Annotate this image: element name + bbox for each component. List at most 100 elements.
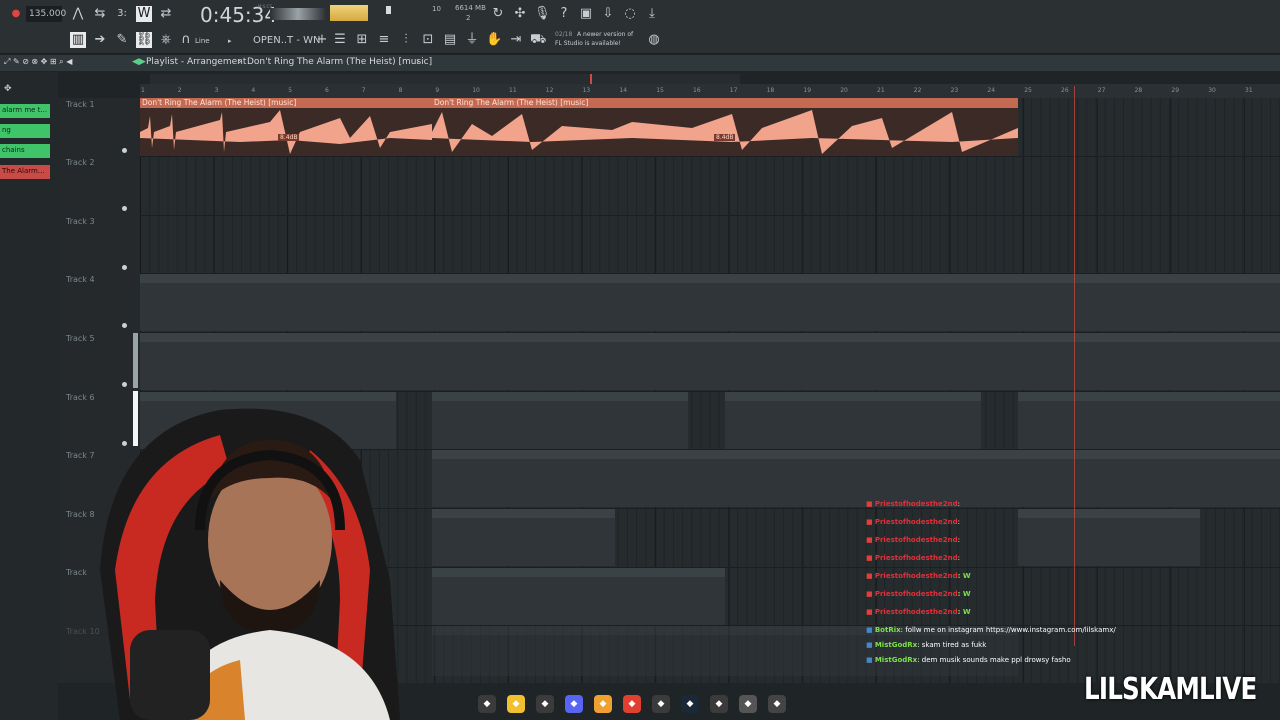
chat-badge-icon: ■ [866,641,875,649]
tempo-tap-icon[interactable]: ⇥ [508,32,524,48]
news-text-2[interactable]: FL Studio is available! [555,40,621,47]
pitch-slider[interactable] [386,6,391,14]
browser-icon[interactable]: ⊡ [420,32,436,48]
chat-message: ■ Priestofhodesthe2nd: W [866,608,971,616]
save-icon[interactable]: ▣ [578,6,594,22]
loop-icon[interactable]: ⇆ [92,6,108,22]
help-icon[interactable]: ? [556,6,572,22]
track-label[interactable]: Track 5 [66,334,95,343]
magnet-icon[interactable]: ∩ [178,32,194,48]
piano-icon[interactable]: ▥ [70,32,86,48]
track-mute-dot[interactable] [122,206,127,211]
media-icon[interactable]: ◆ [768,695,786,713]
track-mute-dot[interactable] [122,148,127,153]
chat-badge-icon: ■ [866,518,875,526]
chat-message: ■ Priestofhodesthe2nd: [866,500,960,508]
plug-icon[interactable]: ⏚ [464,32,480,48]
track-mute-dot[interactable] [122,382,127,387]
pattern-clip[interactable]: perc - perc [140,333,432,390]
pattern-item[interactable]: ng [0,124,50,138]
ruler-tick: 28 [1134,87,1143,94]
render-icon[interactable]: ⇩ [600,6,616,22]
globe-icon[interactable]: ◍ [646,32,662,48]
fl-icon[interactable]: ◆ [565,695,583,713]
chat-icon[interactable]: ◌ [622,6,638,22]
link-icon[interactable]: ⛓ [136,32,153,48]
mic-icon[interactable]: 🎙 [534,6,551,22]
arrow-icon[interactable]: ➔ [92,32,108,48]
channel-rack-icon[interactable]: ⊞ [354,32,370,48]
refresh-icon[interactable]: ↻ [490,6,506,22]
chat-message: ■ BotRix: follw me on instagram https://… [866,626,1116,634]
audio-clip[interactable]: Don't Ring The Alarm (The Heist) [music]… [140,98,432,156]
steam-icon[interactable]: ◆ [652,695,670,713]
audio-clip[interactable]: Don't Ring The Alarm (The Heist) [music]… [432,98,1018,156]
download-icon[interactable]: ⤓ [644,6,660,22]
obs-icon[interactable]: ◆ [710,695,728,713]
touch-icon[interactable]: ✋ [486,32,502,48]
discord-icon[interactable]: ◆ [536,695,554,713]
app-icon[interactable]: ◆ [681,695,699,713]
news-text-1[interactable]: A newer version of [577,31,633,38]
clip-label: Collider Slack Metal 01 [727,450,813,459]
overview-scrollbar[interactable] [150,74,740,84]
notes-icon[interactable]: ◆ [507,695,525,713]
pattern-clip[interactable]: hihat - fire [1018,274,1280,331]
header-tools-icon[interactable]: ⤢ ✎ ⊘ ⊗ ✥ ⊞ ⌕ ◀ [4,57,72,67]
chat-badge-icon: ■ [866,590,875,598]
pattern-clip[interactable]: Collider Slack Metal 02 [725,392,981,449]
breadcrumb-song[interactable]: Don't Ring The Alarm (The Heist) [music] [247,57,432,67]
snap-label[interactable]: Line [195,37,210,45]
pattern-clip[interactable]: hihat - fire [140,274,432,331]
chat-badge-icon: ■ [866,626,875,634]
mixer-icon[interactable]: ≡ [376,32,392,48]
breadcrumb-playlist[interactable]: Playlist - Arrangement [146,57,246,67]
track-mute-dot[interactable] [122,265,127,270]
step-edit-icon[interactable]: W [136,6,152,22]
add-pattern-icon[interactable]: + [314,32,330,48]
playlist-arrow-icon[interactable]: ◀▶ [132,57,146,67]
pattern-item[interactable]: chains [0,144,50,158]
chat-badge-icon: ■ [866,554,875,562]
clip-label: hihat - fire [434,274,473,283]
tempo-display[interactable]: 135.000 [26,6,66,22]
fader-icon[interactable]: ⫶ [398,32,414,48]
pattern-item[interactable]: alarm me t... [0,104,50,118]
pattern-selector[interactable]: OPEN..T - WN [253,35,321,46]
playlist-icon[interactable]: ☰ [332,32,348,48]
blend-icon[interactable]: ⇄ [158,6,174,22]
brave-icon[interactable]: ◆ [594,695,612,713]
record-icon[interactable]: ● [8,6,24,22]
track-label[interactable]: Track 1 [66,100,95,109]
track-label[interactable]: Track 3 [66,217,95,226]
track-mute-dot[interactable] [122,323,127,328]
track-label[interactable]: Track 2 [66,158,95,167]
stamp-icon[interactable]: ⎈ [158,32,174,48]
chrome-icon[interactable]: ◆ [623,695,641,713]
pattern-clip[interactable]: hihat - fire [725,274,1018,331]
timeline-ruler[interactable]: 1 2 3 4 5 6 7 8 9 10 11 12 13 14 15 16 17 18 19 20 21 22 23 24 2… [140,84,1280,98]
pattern-clip[interactable]: perc - perc [725,333,1018,390]
clipboard-icon[interactable]: ▤ [442,32,458,48]
files-icon[interactable]: ◆ [478,695,496,713]
picker-move-icon[interactable]: ✥ [4,84,12,94]
pattern-clip[interactable]: hihat - fire [432,274,725,331]
chat-badge-icon: ■ [866,572,875,580]
snap-arrow-icon[interactable]: ▸ [228,37,232,45]
channel-watermark: LILSKAMLIVE [1084,672,1257,707]
track-label[interactable]: Track 4 [66,275,95,284]
plugin-icon[interactable]: ✣ [512,6,528,22]
metronome-icon[interactable]: ⋀ [70,6,86,22]
master-volume-slider[interactable] [270,8,326,20]
ruler-tick: 9 [435,87,440,94]
pattern-clip[interactable]: Collider Slack Metal 02 [1018,392,1280,449]
cart-icon[interactable]: ⛟ [530,32,546,48]
pattern-clip[interactable]: perc - perc [432,333,725,390]
countdown-icon[interactable]: 3: [114,6,130,22]
pencil-icon[interactable]: ✎ [114,32,130,48]
4k-icon[interactable]: ◆ [739,695,757,713]
row-divider [140,156,1280,157]
audio-clip-item[interactable]: The Alarm... [0,165,50,179]
pattern-clip[interactable]: perc - perc [1018,333,1280,390]
memory-value: 6614 MB [455,4,486,12]
